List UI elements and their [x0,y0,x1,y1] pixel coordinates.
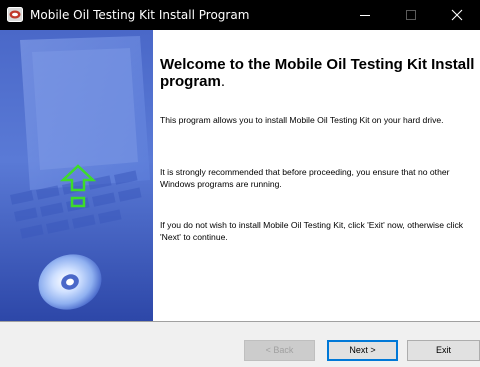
close-button[interactable] [434,0,480,30]
installer-icon [7,7,23,22]
maximize-button[interactable] [388,0,434,30]
exit-button[interactable]: Exit [407,340,480,361]
welcome-heading-period: . [220,73,226,90]
exit-instructions-paragraph: If you do not wish to install Mobile Oil… [160,220,464,242]
installer-window: Mobile Oil Testing Kit Install Program W… [0,0,480,367]
close-icon [451,9,463,21]
title-bar[interactable]: Mobile Oil Testing Kit Install Program [0,0,480,30]
welcome-heading: Welcome to the Mobile Oil Testing Kit In… [160,56,478,90]
window-title: Mobile Oil Testing Kit Install Program [30,8,250,22]
welcome-content: Welcome to the Mobile Oil Testing Kit In… [153,30,480,321]
back-button[interactable]: < Back [244,340,315,361]
maximize-icon [406,10,416,20]
button-bar: < Back Next > Exit [0,321,480,367]
intro-paragraph: This program allows you to install Mobil… [160,115,444,125]
recommendation-paragraph: It is strongly recommended that before p… [160,167,450,189]
next-button[interactable]: Next > [327,340,398,361]
minimize-icon [360,15,370,16]
welcome-heading-text: Welcome to the Mobile Oil Testing Kit In… [160,56,475,90]
minimize-button[interactable] [342,0,388,30]
side-banner-image [0,30,153,321]
